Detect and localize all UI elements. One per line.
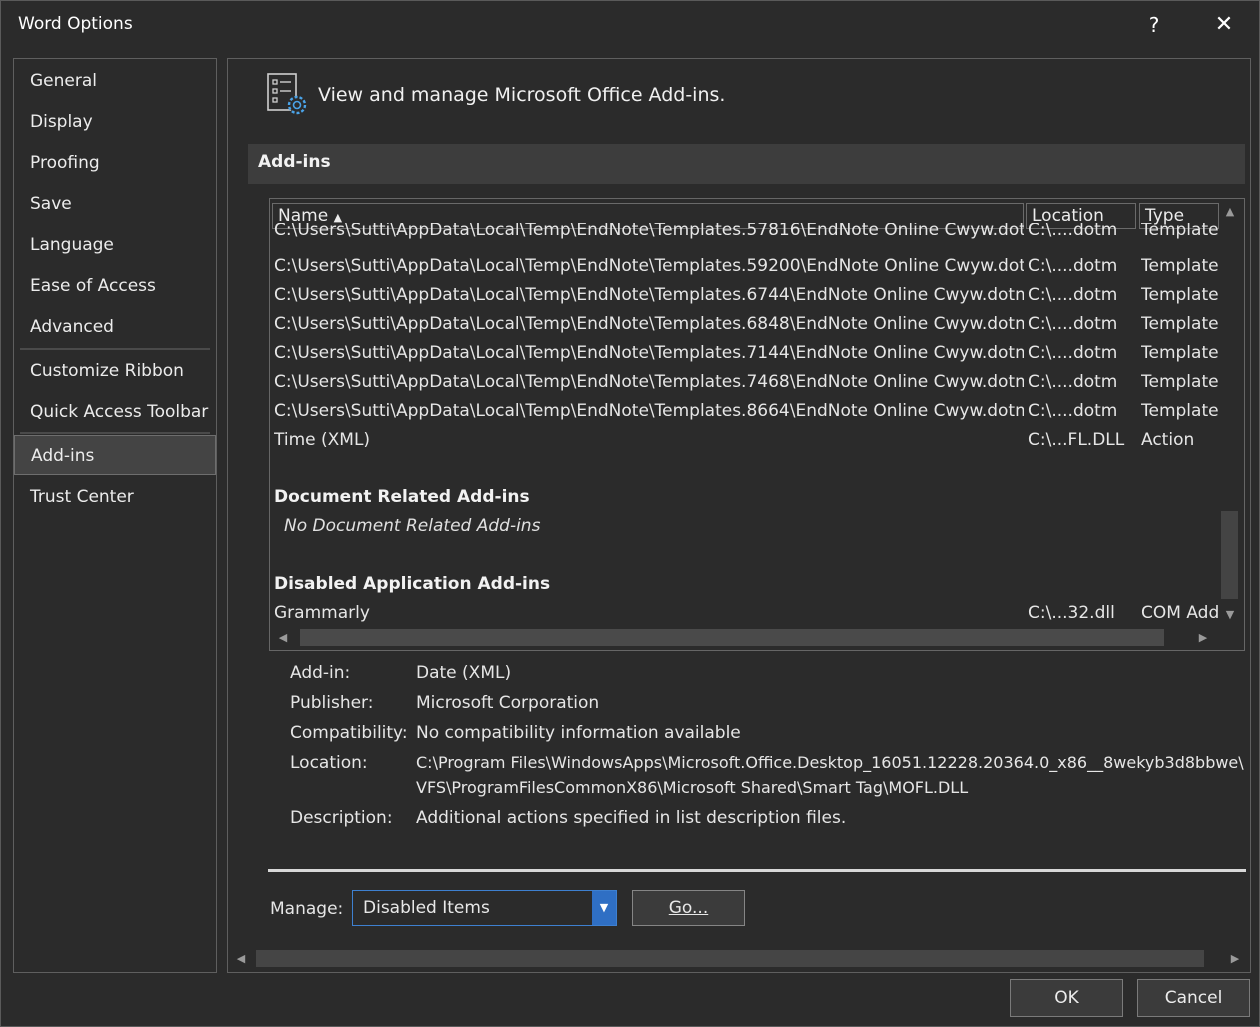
table-row[interactable]: C:\Users\Sutti\AppData\Local\Temp\EndNot… — [270, 397, 1220, 426]
row-type: Template — [1141, 314, 1219, 334]
detail-value-publisher: Microsoft Corporation — [416, 693, 600, 713]
section-title-addins: Add-ins — [248, 144, 1245, 184]
row-name: C:\Users\Sutti\AppData\Local\Temp\EndNot… — [274, 401, 1024, 421]
list-horizontal-scrollbar[interactable]: ◀ ▶ — [272, 627, 1218, 649]
row-location: C:\....dotm — [1028, 343, 1118, 363]
detail-label-description: Description: — [290, 808, 393, 828]
detail-value-compatibility: No compatibility information available — [416, 723, 741, 743]
manage-dropdown[interactable]: Disabled Items ▼ — [352, 890, 617, 926]
row-type: Template — [1141, 401, 1219, 421]
scroll-right-arrow-icon[interactable]: ▶ — [1226, 950, 1244, 968]
row-location: C:\...FL.DLL — [1028, 430, 1125, 450]
sidebar-divider — [20, 348, 210, 350]
table-row[interactable]: Grammarly C:\...32.dll COM Add-in — [270, 599, 1220, 628]
sidebar-item-display[interactable]: Display — [14, 102, 216, 142]
window-title: Word Options — [18, 14, 133, 34]
sidebar-item-save[interactable]: Save — [14, 184, 216, 224]
sidebar-item-ease-of-access[interactable]: Ease of Access — [14, 266, 216, 306]
horizontal-scroll-thumb[interactable] — [300, 629, 1164, 646]
row-location: C:\....dotm — [1028, 401, 1118, 421]
row-type: Template — [1141, 223, 1219, 240]
scroll-left-arrow-icon[interactable]: ◀ — [232, 950, 250, 968]
help-button[interactable]: ? — [1134, 7, 1174, 43]
addins-settings-icon — [267, 73, 307, 115]
table-row[interactable]: C:\Users\Sutti\AppData\Local\Temp\EndNot… — [270, 310, 1220, 339]
detail-value-location-line1: C:\Program Files\WindowsApps\Microsoft.O… — [416, 753, 1244, 772]
addins-list[interactable]: Name ▲ Location Type C:\Users\Sutti\AppD… — [269, 198, 1245, 651]
scroll-left-arrow-icon[interactable]: ◀ — [274, 629, 292, 647]
scroll-up-arrow-icon[interactable]: ▲ — [1221, 203, 1239, 221]
row-name: C:\Users\Sutti\AppData\Local\Temp\EndNot… — [274, 343, 1024, 363]
table-row[interactable]: C:\Users\Sutti\AppData\Local\Temp\EndNot… — [270, 339, 1220, 368]
sidebar-item-advanced[interactable]: Advanced — [14, 307, 216, 347]
table-row[interactable]: C:\Users\Sutti\AppData\Local\Temp\EndNot… — [270, 252, 1220, 281]
sidebar-item-language[interactable]: Language — [14, 225, 216, 265]
cancel-button[interactable]: Cancel — [1137, 979, 1250, 1017]
row-location: C:\....dotm — [1028, 256, 1118, 276]
row-name: C:\Users\Sutti\AppData\Local\Temp\EndNot… — [274, 223, 1024, 240]
table-row[interactable]: Time (XML) C:\...FL.DLL Action — [270, 426, 1220, 455]
row-location: C:\....dotm — [1028, 285, 1118, 305]
detail-label-addin: Add-in: — [290, 663, 351, 683]
title-bar: Word Options ? ✕ — [1, 1, 1259, 51]
row-location: C:\....dotm — [1028, 314, 1118, 334]
options-sidebar: General Display Proofing Save Language E… — [13, 58, 217, 973]
row-name: C:\Users\Sutti\AppData\Local\Temp\EndNot… — [274, 256, 1024, 276]
row-name: C:\Users\Sutti\AppData\Local\Temp\EndNot… — [274, 314, 1024, 334]
section-divider — [268, 869, 1246, 872]
group-title-disabled-application: Disabled Application Add-ins — [274, 574, 551, 594]
sidebar-item-proofing[interactable]: Proofing — [14, 143, 216, 183]
row-location: C:\....dotm — [1028, 223, 1118, 240]
table-row[interactable]: C:\Users\Sutti\AppData\Local\Temp\EndNot… — [270, 368, 1220, 397]
row-name: Time (XML) — [274, 430, 371, 450]
detail-value-addin: Date (XML) — [416, 663, 512, 683]
page-heading: View and manage Microsoft Office Add-ins… — [318, 84, 726, 106]
row-type: Template — [1141, 372, 1219, 392]
row-location: C:\....dotm — [1028, 372, 1118, 392]
detail-value-description: Additional actions specified in list des… — [416, 808, 847, 828]
manage-dropdown-value: Disabled Items — [363, 898, 490, 918]
ok-button[interactable]: OK — [1010, 979, 1123, 1017]
detail-label-publisher: Publisher: — [290, 693, 374, 713]
row-type: Template — [1141, 343, 1219, 363]
detail-label-compatibility: Compatibility: — [290, 723, 408, 743]
group-title-document-related: Document Related Add-ins — [274, 487, 530, 507]
detail-value-location-line2: VFS\ProgramFilesCommonX86\Microsoft Shar… — [416, 778, 969, 797]
panel-horizontal-scrollbar[interactable]: ◀ ▶ — [230, 948, 1248, 970]
sidebar-item-general[interactable]: General — [14, 61, 216, 101]
list-vertical-scrollbar[interactable]: ▲ ▼ — [1219, 201, 1241, 626]
row-type: Template — [1141, 256, 1219, 276]
sidebar-item-trust-center[interactable]: Trust Center — [14, 477, 216, 517]
group-empty-document-related: No Document Related Add-ins — [284, 516, 541, 536]
table-row[interactable]: C:\Users\Sutti\AppData\Local\Temp\EndNot… — [270, 223, 1220, 245]
row-type: Template — [1141, 285, 1219, 305]
row-name: Grammarly — [274, 603, 370, 623]
vertical-scroll-thumb[interactable] — [1221, 511, 1238, 599]
panel-horizontal-scroll-thumb[interactable] — [256, 950, 1204, 967]
word-options-dialog: Word Options ? ✕ General Display Proofin… — [0, 0, 1260, 1027]
scroll-right-arrow-icon[interactable]: ▶ — [1194, 629, 1212, 647]
scroll-down-arrow-icon[interactable]: ▼ — [1221, 606, 1239, 624]
sidebar-divider — [20, 432, 210, 434]
close-button[interactable]: ✕ — [1204, 7, 1244, 43]
go-button[interactable]: Go... — [632, 890, 745, 926]
addins-panel: View and manage Microsoft Office Add-ins… — [227, 58, 1251, 973]
chevron-down-icon[interactable]: ▼ — [592, 891, 616, 925]
row-type: COM Add-in — [1141, 603, 1219, 623]
row-name: C:\Users\Sutti\AppData\Local\Temp\EndNot… — [274, 372, 1024, 392]
sidebar-item-quick-access-toolbar[interactable]: Quick Access Toolbar — [14, 392, 216, 432]
detail-label-location: Location: — [290, 753, 368, 773]
sidebar-item-add-ins[interactable]: Add-ins — [14, 435, 216, 475]
manage-label: Manage: — [270, 899, 344, 919]
row-type: Action — [1141, 430, 1195, 450]
table-row[interactable]: C:\Users\Sutti\AppData\Local\Temp\EndNot… — [270, 281, 1220, 310]
sidebar-item-customize-ribbon[interactable]: Customize Ribbon — [14, 351, 216, 391]
row-name: C:\Users\Sutti\AppData\Local\Temp\EndNot… — [274, 285, 1024, 305]
row-location: C:\...32.dll — [1028, 603, 1115, 623]
